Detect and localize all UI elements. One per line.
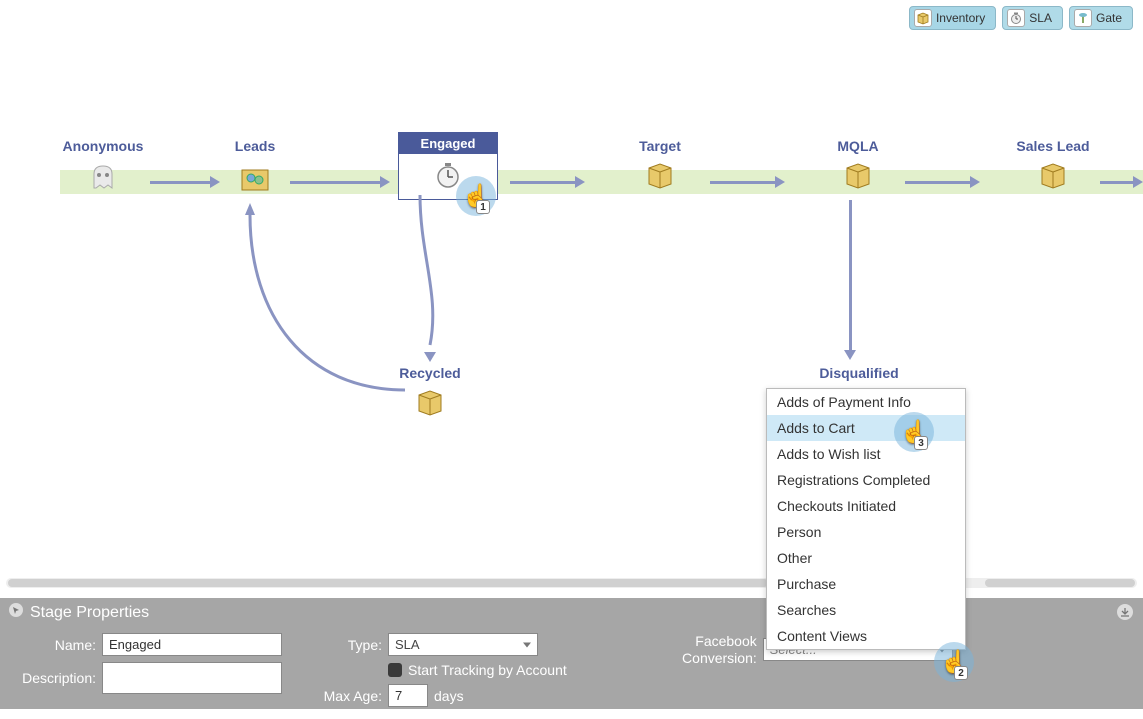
stage-target[interactable]: Target (625, 138, 695, 193)
name-label: Name: (8, 637, 96, 653)
toolbar-label: Gate (1096, 11, 1122, 25)
arrow (150, 177, 220, 187)
toolbar: Inventory SLA Gate (909, 6, 1133, 30)
box-icon (914, 9, 932, 27)
arrow (510, 177, 585, 187)
description-label: Description: (8, 670, 96, 686)
start-tracking-checkbox[interactable] (388, 663, 402, 677)
stage-track (60, 170, 1143, 194)
stage-label: Sales Lead (1008, 138, 1098, 154)
stage-mqla[interactable]: MQLA (823, 138, 893, 193)
stage-anonymous[interactable]: Anonymous (58, 138, 148, 197)
step-number: 2 (954, 666, 968, 680)
description-input[interactable] (102, 662, 282, 694)
gate-icon (1074, 9, 1092, 27)
arrow (1100, 177, 1143, 187)
stage-label: Disqualified (804, 365, 914, 381)
ghost-icon (86, 182, 120, 197)
step-badge-1: ☝ 1 (456, 176, 496, 216)
chevron-down-icon (523, 642, 531, 647)
scroll-thumb[interactable] (985, 579, 1135, 587)
type-value: SLA (395, 637, 420, 652)
step-number: 3 (914, 436, 928, 450)
dropdown-item[interactable]: Checkouts Initiated (767, 493, 965, 519)
arrow (710, 177, 785, 187)
box-icon (415, 405, 445, 420)
box-icon (1038, 178, 1068, 193)
stage-disqualified[interactable]: Disqualified (804, 365, 914, 387)
box-icon (645, 178, 675, 193)
canvas-scrollbar[interactable] (6, 578, 1137, 588)
fb-conversion-dropdown[interactable]: Adds of Payment InfoAdds to CartAdds to … (766, 388, 966, 650)
dropdown-item[interactable]: Purchase (767, 571, 965, 597)
dropdown-item[interactable]: Content Views (767, 623, 965, 649)
connector (410, 195, 450, 365)
download-icon[interactable] (1117, 604, 1133, 620)
dropdown-item[interactable]: Person (767, 519, 965, 545)
stage-label: Leads (225, 138, 285, 154)
arrow (905, 177, 980, 187)
stage-sales-lead[interactable]: Sales Lead (1008, 138, 1098, 193)
type-label: Type: (322, 637, 382, 653)
dropdown-item[interactable]: Adds to Wish list (767, 441, 965, 467)
panel-title: Stage Properties (30, 604, 149, 622)
dropdown-item[interactable]: Adds of Payment Info (767, 389, 965, 415)
toolbar-sla[interactable]: SLA (1002, 6, 1063, 30)
dropdown-item[interactable]: Other (767, 545, 965, 571)
step-number: 1 (476, 200, 490, 214)
step-badge-3: ☝ 3 (894, 412, 934, 452)
max-age-input[interactable] (388, 684, 428, 707)
dropdown-item[interactable]: Adds to Cart (767, 415, 965, 441)
start-tracking-label: Start Tracking by Account (408, 662, 567, 678)
stage-label: MQLA (823, 138, 893, 154)
connector (245, 195, 415, 395)
stage-label: Engaged (399, 133, 497, 154)
connector (849, 200, 852, 350)
dropdown-item[interactable]: Searches (767, 597, 965, 623)
type-select[interactable]: SLA (388, 633, 538, 656)
name-input[interactable] (102, 633, 282, 656)
arrow (290, 177, 390, 187)
fb-conversion-label: Facebook Conversion: (667, 633, 757, 667)
toolbar-label: Inventory (936, 11, 985, 25)
step-badge-2: ☝ 2 (934, 642, 974, 682)
arrow-head-down (844, 350, 856, 360)
pointer-circle-icon (8, 602, 24, 623)
max-age-unit: days (434, 688, 464, 704)
stage-label: Anonymous (58, 138, 148, 154)
box-icon (843, 178, 873, 193)
stage-leads[interactable]: Leads (225, 138, 285, 197)
toolbar-gate[interactable]: Gate (1069, 6, 1133, 30)
clock-icon (1007, 9, 1025, 27)
scroll-thumb[interactable] (8, 579, 768, 587)
max-age-label: Max Age: (322, 688, 382, 704)
arrow-head-down (424, 352, 436, 362)
toolbar-label: SLA (1029, 11, 1052, 25)
toolbar-inventory[interactable]: Inventory (909, 6, 996, 30)
stage-label: Target (625, 138, 695, 154)
dropdown-item[interactable]: Registrations Completed (767, 467, 965, 493)
